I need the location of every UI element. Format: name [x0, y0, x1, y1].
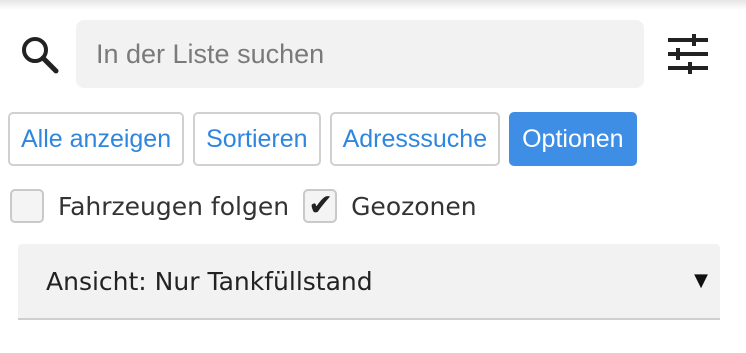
follow-vehicles-checkbox[interactable]: [10, 189, 44, 223]
chevron-down-icon: ▼: [694, 270, 708, 291]
options-checkboxes: Fahrzeugen folgen ✔ Geozonen: [10, 186, 491, 226]
search-bar: [0, 20, 746, 88]
geozones-label: Geozonen: [351, 191, 477, 221]
sliders-icon[interactable]: [664, 32, 712, 76]
show-all-button[interactable]: Alle anzeigen: [8, 112, 185, 166]
view-select-value: Ansicht: Nur Tankfüllstand: [46, 266, 373, 296]
view-select[interactable]: Ansicht: Nur Tankfüllstand ▼: [18, 244, 720, 320]
action-buttons: Alle anzeigen Sortieren Adresssuche Opti…: [8, 112, 637, 166]
address-search-button[interactable]: Adresssuche: [329, 112, 501, 166]
search-icon[interactable]: [18, 33, 62, 77]
checkmark-icon: ✔: [308, 188, 334, 223]
search-field[interactable]: [76, 20, 644, 88]
follow-vehicles-label: Fahrzeugen folgen: [58, 191, 290, 221]
search-input[interactable]: [94, 37, 626, 71]
options-button[interactable]: Optionen: [509, 112, 637, 166]
geozones-checkbox[interactable]: ✔: [303, 188, 338, 223]
top-shadow: [0, 0, 746, 10]
sort-button[interactable]: Sortieren: [193, 112, 321, 166]
